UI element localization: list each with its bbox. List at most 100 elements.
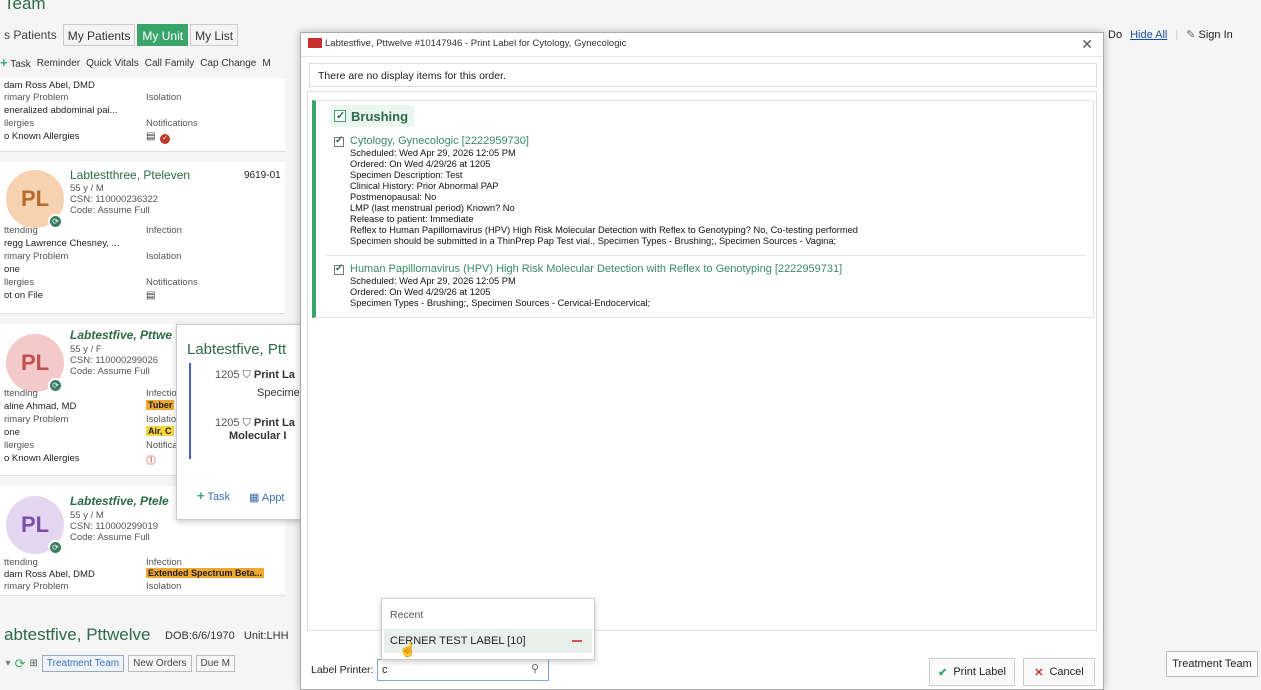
attending-label: ttending [4,388,38,399]
order-detail: Specimen Description: Test [350,170,463,180]
divider [326,255,1086,256]
code-status: Code: Assume Full [70,205,150,216]
tab-all-patients[interactable]: s Patients [0,24,61,46]
sync-icon: ⟳ [48,214,63,229]
quick-vitals-button[interactable]: Quick Vitals [86,58,139,70]
treatment-team-tab[interactable]: Treatment Team [41,655,125,672]
search-icon[interactable]: ⚲ [531,662,539,675]
attending-value: dam Ross Abel, DMD [4,569,95,580]
patient-name[interactable]: Labtestthree, Pteleven [70,168,190,182]
group-header[interactable]: Brushing [330,105,415,127]
room-number: 9619-01 [244,170,281,181]
infection-tag: Tuber [146,400,175,410]
attending-label: ttending [4,557,38,568]
order-detail: Specimen Types - Brushing;, Specimen Sou… [350,298,651,308]
allergies-value: o Known Allergies [4,453,80,464]
dialog-title: Labtestfive, Pttwelve #10147946 - Print … [325,38,627,49]
order-list: Brushing Cytology, Gynecologic [22229597… [307,91,1097,631]
sync-icon: ⟳ [48,540,63,555]
plus-icon: + [197,488,205,503]
patient-list-tabs: s Patients My Patients My Unit My List [0,24,240,46]
document-icon: ▤ [146,290,156,301]
print-label-button[interactable]: ✔ Print Label [929,658,1015,686]
task-button[interactable]: + Task [0,55,31,70]
primary-problem-label: rimary Problem [4,581,69,592]
patient-card[interactable]: PL ⟳ Labtestthree, Pteleven 9619-01 55 y… [0,162,285,314]
isolation-label: Isolation [146,581,182,592]
close-icon[interactable]: ✕ [1081,36,1093,53]
treatment-team-button[interactable]: Treatment Team [1166,651,1258,677]
infection-tag: Extended Spectrum Beta... [146,568,265,578]
order-title[interactable]: Human Papillomavirus (HPV) High Risk Mol… [350,263,842,275]
order-detail: Ordered: On Wed 4/29/26 at 1205 [350,287,491,297]
popover-task-row[interactable]: 1205 ⛉ Print La [215,369,295,382]
code-status: Code: Assume Full [70,366,150,377]
primary-problem-value: eneralized abdominal pai... [4,105,118,116]
order-checkbox[interactable] [334,135,344,147]
infection-label: Infection [146,557,182,568]
new-orders-tab[interactable]: New Orders [128,655,192,672]
plus-icon: + [0,55,8,70]
allergies-value: o Known Allergies [4,131,80,142]
print-label-dialog: Labtestfive, Pttwelve #10147946 - Print … [300,32,1104,690]
label-printer-label: Label Printer: [311,664,374,676]
primary-problem-label: rimary Problem [4,92,69,103]
remove-icon[interactable] [572,640,582,642]
refresh-icon[interactable]: ⟳ [15,656,26,672]
due-meds-tab[interactable]: Due M [195,655,235,672]
age-sex: 55 y / M [70,510,104,521]
popover-accent-bar [189,363,191,459]
sign-in-button[interactable]: ✎ Sign In [1186,28,1233,41]
primary-problem-label: rimary Problem [4,414,69,425]
more-button[interactable]: M [262,58,270,70]
group-checkbox[interactable] [334,109,346,122]
app-logo-icon [308,38,322,48]
reminder-button[interactable]: Reminder [37,58,80,70]
order-checkbox[interactable] [334,263,344,275]
patient-card[interactable]: dam Ross Abel, DMD rimary Problem eneral… [0,78,285,152]
dropdown-header: Recent [390,609,424,621]
pen-icon: ✎ [1186,29,1196,41]
allergies-label: llergies [4,118,35,129]
order-detail: Scheduled: Wed Apr 29, 2026 12:05 PM [350,148,516,158]
selected-patient-name: abtestfive, Pttwelve [4,625,151,644]
header-actions: Do Hide All | ✎ Sign In [1108,28,1233,42]
dropdown-icon[interactable]: ▾ [0,658,11,669]
allergies-label: llergies [4,277,35,288]
dialog-titlebar: Labtestfive, Pttwelve #10147946 - Print … [301,33,1103,57]
tab-my-list[interactable]: My List [190,24,239,46]
isolation-label: Isolation [146,251,182,262]
tab-my-unit[interactable]: My Unit [137,24,189,46]
tab-my-patients[interactable]: My Patients [62,24,136,46]
popover-appt-button[interactable]: ▦ Appt [249,491,285,504]
order-title[interactable]: Cytology, Gynecologic [2222959730] [350,135,529,147]
age-sex: 55 y / M [70,183,104,194]
allergies-label: llergies [4,440,35,451]
csn: CSN: 110000299019 [70,521,159,532]
hide-all-link[interactable]: Hide All [1130,29,1167,41]
binoculars-icon[interactable]: ⊞ [29,658,37,669]
flask-icon: ⛉ [242,369,254,381]
info-banner: There are no display items for this orde… [309,63,1097,87]
call-family-button[interactable]: Call Family [145,58,194,70]
page-title: Team [4,0,46,13]
order-detail: Ordered: On Wed 4/29/26 at 1205 [350,159,491,169]
cancel-button[interactable]: ✕ Cancel [1023,658,1095,686]
csn: CSN: 110000299026 [70,355,159,366]
notifications-label: Notifica [146,440,178,451]
popover-task-sub: Molecular I [229,430,287,442]
cap-change-button[interactable]: Cap Change [200,58,256,70]
order-detail: Specimen should be submitted in a ThinPr… [350,236,837,246]
popover-task-button[interactable]: + Task [197,488,230,503]
hand-cursor-icon: ☝ [399,641,417,657]
popover-task-row[interactable]: 1205 ⛉ Print La [215,417,295,430]
isolation-label: Isolatio [146,414,177,425]
group-title: Brushing [351,108,409,124]
sync-icon: ⟳ [48,378,63,393]
patient-name[interactable]: Labtestfive, Ptele [70,494,169,508]
notifications-label: Notifications [146,277,198,288]
patient-name[interactable]: Labtestfive, Pttwe [70,328,172,342]
isolation-tag: Air, C [146,426,174,436]
label-printer-input[interactable] [377,659,549,681]
todo-link[interactable]: Do [1108,29,1122,41]
